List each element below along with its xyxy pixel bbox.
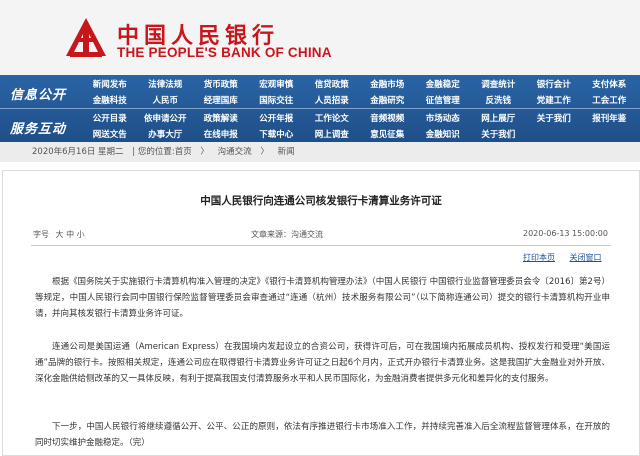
nav-item[interactable]: 信贷政策 (304, 78, 360, 90)
nav-item[interactable]: 反洗钱 (471, 94, 527, 106)
breadcrumb-home[interactable]: | 您的位置:首页 (132, 147, 191, 157)
breadcrumb: 2020年6月16日 星期二 | 您的位置:首页 〉 沟通交流 〉 新闻 (0, 142, 640, 162)
breadcrumb-separator: 〉 (260, 147, 269, 157)
nav-item[interactable]: 金融研究 (360, 94, 416, 106)
nav-item[interactable]: 调查统计 (471, 78, 527, 90)
nav-section-service: 服务互动 公开目录 依申请公开 政策解读 公开年报 工作论文 音频视频 市场动态… (0, 109, 640, 142)
breadcrumb-section[interactable]: 沟通交流 (218, 147, 252, 157)
nav-item[interactable]: 金融科技 (82, 94, 138, 106)
nav-item[interactable]: 金融稳定 (415, 78, 471, 90)
nav-item[interactable]: 网送文告 (82, 128, 138, 140)
breadcrumb-separator: 〉 (200, 147, 209, 157)
nav-item[interactable]: 关于我们 (471, 128, 527, 140)
nav-item[interactable]: 工会工作 (582, 94, 638, 106)
nav-item[interactable]: 市场动态 (415, 112, 471, 124)
article-date: 2020-06-13 15:00:00 (523, 229, 608, 238)
nav-item[interactable]: 工作论文 (304, 112, 360, 124)
nav-row-4: 网送文告 办事大厅 在线申报 下载中心 网上调查 意见征集 金融知识 关于我们 (82, 128, 526, 140)
article-source: 文章来源：沟通交流 (251, 230, 323, 239)
print-link[interactable]: 打印本页 (523, 253, 555, 262)
nav-item[interactable]: 关于我们 (526, 112, 582, 124)
meta-divider (31, 245, 611, 246)
nav-item[interactable]: 党建工作 (526, 94, 582, 106)
nav-item[interactable]: 网上调查 (304, 128, 360, 140)
nav-row-2: 金融科技 人民币 经理国库 国际交往 人员招录 金融研究 征信管理 反洗钱 党建… (82, 94, 637, 106)
nav-title-service: 服务互动 (10, 122, 67, 137)
article-paragraph-2: 连通公司是美国运通（American Express）在我国境内发起设立的合资公… (35, 342, 610, 384)
logo-english-name: THE PEOPLE'S BANK OF CHINA (117, 45, 332, 60)
article-panel: 中国人民银行向连通公司核发银行卡清算业务许可证 字号 大 中 小 文章来源：沟通… (2, 170, 640, 456)
nav-item[interactable]: 依申请公开 (138, 112, 194, 124)
nav-item[interactable]: 国际交往 (249, 94, 305, 106)
font-size-label: 字号 (33, 230, 49, 239)
article-meta: 字号 大 中 小 文章来源：沟通交流 2020-06-13 15:00:00 (3, 229, 639, 243)
font-size-large[interactable]: 大 (56, 230, 64, 239)
nav-item[interactable]: 支付体系 (582, 78, 638, 90)
nav-item[interactable]: 下载中心 (249, 128, 305, 140)
font-size-control: 字号 大 中 小 (33, 229, 85, 240)
nav-item[interactable]: 法律法规 (138, 78, 194, 90)
font-size-medium[interactable]: 中 (66, 230, 74, 239)
current-date: 2020年6月16日 星期二 (32, 147, 124, 157)
article-title: 中国人民银行向连通公司核发银行卡清算业务许可证 (200, 195, 442, 207)
nav-item[interactable]: 在线申报 (193, 128, 249, 140)
nav-item[interactable]: 公开年报 (249, 112, 305, 124)
breadcrumb-page[interactable]: 新闻 (278, 147, 295, 157)
nav-item[interactable]: 音频视频 (360, 112, 416, 124)
article-actions: 打印本页 关闭窗口 (511, 252, 602, 263)
nav-item[interactable]: 宏观审慎 (249, 78, 305, 90)
nav-row-1: 新闻发布 法律法规 货币政策 宏观审慎 信贷政策 金融市场 金融稳定 调查统计 … (82, 78, 637, 90)
nav-section-info: 信息公开 新闻发布 法律法规 货币政策 宏观审慎 信贷政策 金融市场 金融稳定 … (0, 75, 640, 108)
nav-item[interactable]: 公开目录 (82, 112, 138, 124)
nav-item[interactable]: 报刊年鉴 (582, 112, 638, 124)
site-header: 中国人民银行 THE PEOPLE'S BANK OF CHINA (0, 0, 640, 75)
nav-item[interactable]: 征信管理 (415, 94, 471, 106)
nav-item[interactable]: 新闻发布 (82, 78, 138, 90)
article-paragraph-1: 根据《国务院关于实施银行卡清算机构准入管理的决定》《银行卡清算机构管理办法》（中… (35, 277, 610, 319)
nav-item[interactable]: 人民币 (138, 94, 194, 106)
nav-item[interactable]: 银行会计 (526, 78, 582, 90)
nav-item[interactable]: 人员招录 (304, 94, 360, 106)
nav-row-3: 公开目录 依申请公开 政策解读 公开年报 工作论文 音频视频 市场动态 网上展厅… (82, 112, 637, 124)
nav-item[interactable]: 金融市场 (360, 78, 416, 90)
nav-item[interactable]: 意见征集 (360, 128, 416, 140)
nav-item[interactable]: 政策解读 (193, 112, 249, 124)
nav-item[interactable]: 经理国库 (193, 94, 249, 106)
close-window-link[interactable]: 关闭窗口 (570, 253, 602, 262)
nav-title-info: 信息公开 (10, 88, 67, 103)
main-navigation: 信息公开 新闻发布 法律法规 货币政策 宏观审慎 信贷政策 金融市场 金融稳定 … (0, 75, 640, 142)
font-size-small[interactable]: 小 (77, 230, 85, 239)
article-paragraph-3: 下一步，中国人民银行将继续遵循公开、公平、公正的原则，依法有序推进银行卡市场准入… (35, 422, 610, 448)
nav-item[interactable]: 网上展厅 (471, 112, 527, 124)
nav-item[interactable]: 办事大厅 (138, 128, 194, 140)
pboc-emblem-icon (66, 18, 106, 57)
nav-item[interactable]: 金融知识 (415, 128, 471, 140)
nav-item[interactable]: 货币政策 (193, 78, 249, 90)
